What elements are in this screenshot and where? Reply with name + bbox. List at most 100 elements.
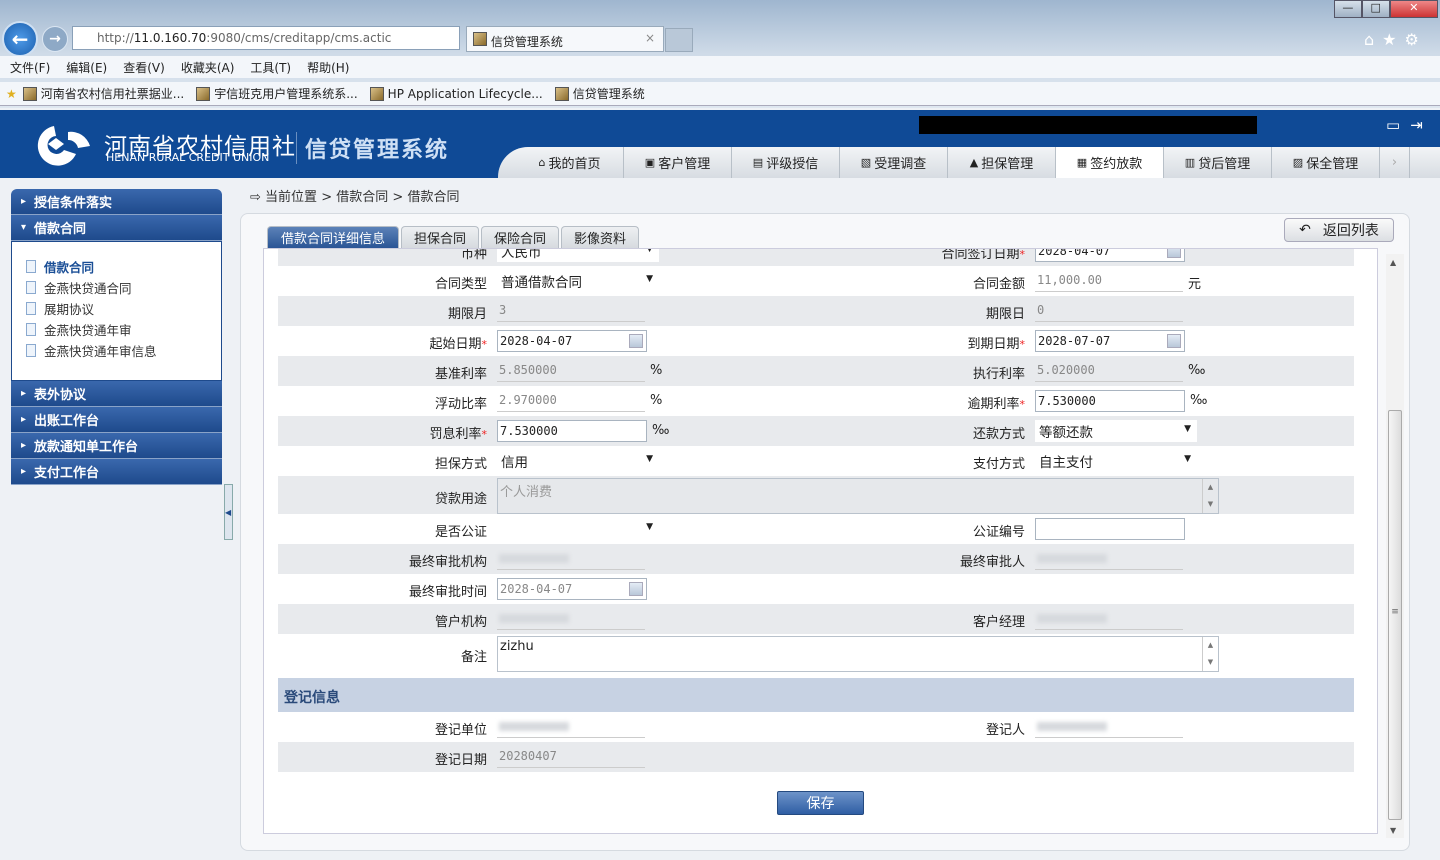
menu-item[interactable]: 文件(F) [10,59,50,76]
forward-button[interactable]: → [42,26,68,52]
back-to-list-button[interactable]: ↶ 返回列表 [1284,218,1394,242]
nav-tab-0[interactable]: ⌂ 我的首页 [516,147,624,178]
back-button[interactable]: ← [2,21,38,57]
sidebar-item[interactable]: 金燕快贷通年审信息 [26,340,221,361]
breadcrumb-sep: > [321,190,333,205]
nav-tab-6[interactable]: ▥ 贷后管理 [1164,147,1272,178]
sidebar-group[interactable]: ▸ 表外协议 [11,381,222,407]
save-button[interactable]: 保存 [777,791,864,815]
logout-icon[interactable]: ⇥ [1410,116,1433,134]
nav-tab-5[interactable]: ▦ 签约放款 [1056,147,1164,178]
close-window-icon[interactable]: ✕ [1389,0,1439,18]
favorite-link[interactable]: 信贷管理系统 [554,85,645,102]
input-field[interactable]: 7.530000 [1035,390,1185,412]
star-icon[interactable]: ★ [1382,30,1404,49]
select-field[interactable]: 人民币 ▼ [497,249,659,262]
sidebar-item[interactable]: 金燕快贷通年审 [26,319,221,340]
nav-tab-2[interactable]: ▤ 评级授信 [732,147,840,178]
textarea-scrollbar[interactable]: ▲ ▼ [1202,637,1218,671]
input-field[interactable] [1035,518,1185,540]
date-field[interactable]: 2028-04-07 [497,330,647,352]
select-field[interactable]: 等额还款 ▼ [1035,420,1197,442]
field-label: 最终审批机构 [277,551,487,570]
field-label-text: 客户经理 [972,615,1025,630]
menu-item[interactable]: 帮助(H) [307,59,349,76]
scroll-up-icon[interactable]: ▲ [1390,258,1396,267]
caret-right-icon: ▸ [21,196,27,207]
sidebar-item[interactable]: 借款合同 [26,256,221,277]
readonly-text: 0 [1037,303,1045,317]
browser-tab[interactable]: 信贷管理系统 × [466,26,664,52]
select-field[interactable]: 自主支付 ▼ [1035,450,1197,472]
sidebar-group[interactable]: ▸ 支付工作台 [11,459,222,485]
calendar-icon[interactable] [1167,334,1181,348]
customer-icon: ▣ [644,156,656,169]
section-header: 登记信息 [278,678,1354,712]
field-label-text: 担保方式 [434,457,487,472]
menu-item[interactable]: 编辑(E) [66,59,107,76]
sidebar-group[interactable]: ▾ 借款合同 [11,215,222,241]
menu-item[interactable]: 查看(V) [123,59,165,76]
unit-label: ‰ [1188,363,1206,378]
nav-tab-1[interactable]: ▣ 客户管理 [624,147,732,178]
nav-next-arrow[interactable]: › [1380,147,1410,178]
scrollbar-thumb[interactable]: ≡ [1388,410,1402,820]
readonly-value: 2.970000 [497,390,645,412]
sidebar-item-label: 金燕快贷通年审信息 [44,344,157,359]
sidebar-item[interactable]: 金燕快贷通合同 [26,277,221,298]
required-marker: * [481,428,488,441]
minimize-icon[interactable]: — [1334,0,1362,18]
field-label-text: 还款方式 [972,427,1025,442]
date-field[interactable]: 2028-07-07 [1035,330,1185,352]
nav-tab-label: 我的首页 [548,157,601,172]
maximize-icon[interactable]: □ [1361,0,1390,18]
select-field[interactable]: 普通借款合同 ▼ [497,270,659,292]
content-tab[interactable]: 影像资料 [561,226,640,248]
calendar-icon[interactable] [629,334,643,348]
sidebar-group[interactable]: ▸ 授信条件落实 [11,189,222,215]
select-field[interactable]: ▼ [497,518,659,540]
favorites-star-icon[interactable]: ★ [6,87,17,101]
field-label: 备注 [277,646,487,665]
menu-item[interactable]: 工具(T) [250,59,291,76]
readonly-text: 20280407 [499,749,557,763]
nav-tab-3[interactable]: ▧ 受理调查 [840,147,948,178]
favorite-link[interactable]: 河南省农村信用社票据业... [22,85,184,102]
textarea-scrollbar[interactable]: ▲ ▼ [1202,479,1218,513]
menu-item[interactable]: 收藏夹(A) [181,59,235,76]
sidebar-group[interactable]: ▸ 出账工作台 [11,407,222,433]
nav-tab-4[interactable]: ▲ 担保管理 [948,147,1056,178]
content-tab[interactable]: 保险合同 [481,226,560,248]
select-field[interactable]: 信用 ▼ [497,450,659,472]
close-tab-icon[interactable]: × [645,31,655,45]
content-tab[interactable]: 担保合同 [401,226,480,248]
redacted-text [499,614,569,623]
input-value: 7.530000 [1038,394,1096,408]
date-field[interactable]: 2028-04-07 [1035,249,1185,262]
input-field[interactable]: 7.530000 [497,420,647,442]
calendar-icon[interactable] [629,582,643,596]
address-bar[interactable]: http://11.0.160.70:9080/cms/creditapp/cm… [72,26,460,50]
sidebar-item[interactable]: 展期协议 [26,298,221,319]
nav-tab-7[interactable]: ▨ 保全管理 [1272,147,1380,178]
favorite-link[interactable]: HP Application Lifecycle... [369,86,543,101]
gear-icon[interactable]: ⚙ [1405,30,1427,49]
dropdown-arrow-icon: ▼ [646,274,653,284]
monitor-icon[interactable]: ▭ [1386,116,1410,134]
nav-tab-label: 客户管理 [658,157,711,172]
collapse-sidebar-handle[interactable]: ◀ [224,484,233,540]
select-value: 自主支付 [1039,455,1093,471]
field-label: 支付方式 [815,453,1025,472]
new-tab-button[interactable] [665,28,693,52]
textarea-field[interactable]: zizhu ▲ ▼ [497,636,1219,672]
content-tab[interactable]: 借款合同详细信息 [267,226,399,248]
calendar-icon[interactable] [1167,249,1181,258]
home-icon[interactable]: ⌂ [1364,30,1382,49]
sidebar-group-label: 放款通知单工作台 [34,440,139,455]
sidebar-group[interactable]: ▸ 放款通知单工作台 [11,433,222,459]
logo-icon [37,126,90,166]
favorite-link[interactable]: 宇信班克用户管理系统系... [196,85,358,102]
field-label: 贷款用途 [277,488,487,507]
scroll-down-icon[interactable]: ▼ [1390,826,1396,835]
breadcrumb-item[interactable]: 借款合同 [336,190,388,205]
